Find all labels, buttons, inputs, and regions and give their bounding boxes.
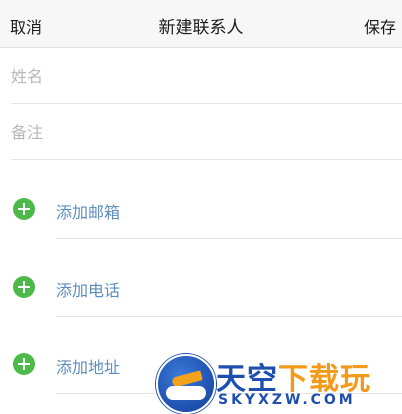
logo-icon bbox=[156, 354, 216, 414]
add-email-button[interactable]: 添加邮箱 bbox=[0, 188, 402, 232]
add-circle-icon bbox=[13, 276, 35, 298]
divider bbox=[11, 159, 402, 160]
page-title: 新建联系人 bbox=[158, 18, 244, 38]
name-field-row bbox=[0, 48, 402, 104]
note-input[interactable] bbox=[11, 104, 391, 160]
divider bbox=[56, 316, 402, 317]
cloud-icon bbox=[166, 386, 206, 400]
add-phone-label: 添加电话 bbox=[56, 281, 121, 300]
add-address-label: 添加地址 bbox=[56, 358, 121, 377]
add-phone-button[interactable]: 添加电话 bbox=[0, 266, 402, 310]
add-email-label: 添加邮箱 bbox=[56, 203, 121, 222]
add-circle-icon bbox=[13, 353, 35, 375]
navbar: 取消 新建联系人 保存 bbox=[0, 0, 402, 48]
watermark-url: SKYXZW.COM bbox=[218, 392, 356, 408]
name-input[interactable] bbox=[11, 48, 391, 104]
save-button[interactable]: 保存 bbox=[364, 14, 396, 38]
divider bbox=[56, 238, 402, 239]
add-circle-icon bbox=[13, 198, 35, 220]
note-field-row bbox=[0, 104, 402, 160]
watermark-logo: 天空下载玩 SKYXZW.COM bbox=[156, 352, 402, 414]
